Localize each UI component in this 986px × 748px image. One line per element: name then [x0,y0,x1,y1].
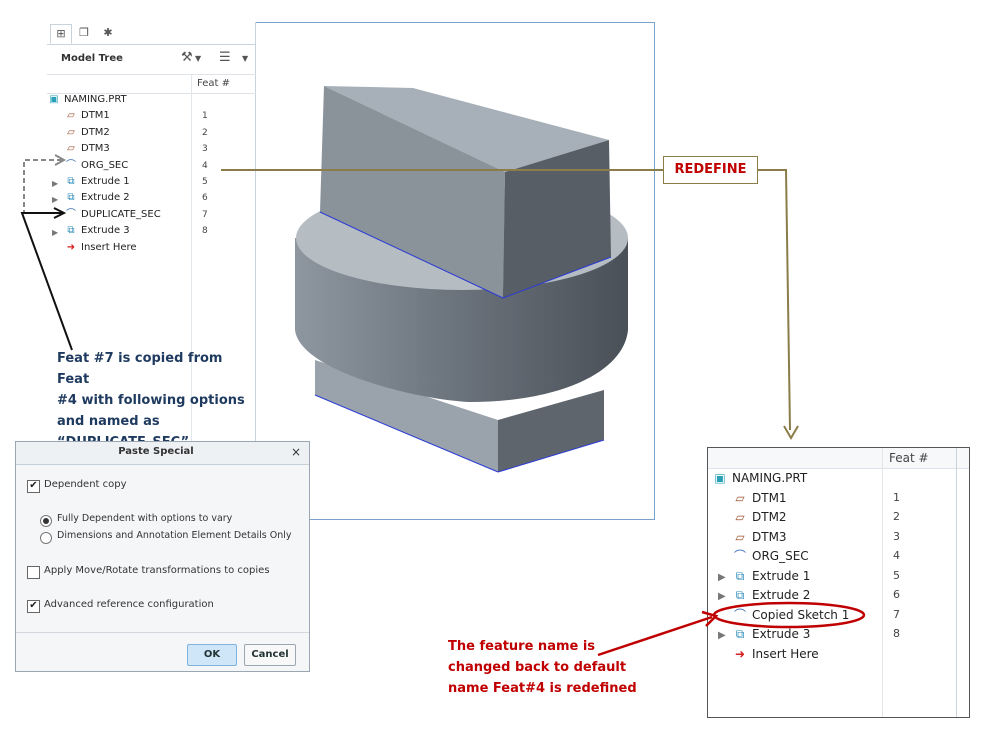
sketch-icon: ⌒ [66,209,76,220]
feat-column-label[interactable]: Feat # [197,78,230,89]
bottom-box-right [498,390,604,472]
dependent-copy-checkbox[interactable]: ✔ [27,480,40,493]
insert-arrow-icon: ➜ [66,242,76,253]
expand-arrow-icon[interactable]: ▶ [718,591,726,602]
extrude-icon: ⧉ [67,225,75,236]
tree-root[interactable]: ▣ NAMING.PRT [712,468,807,488]
tree-root[interactable]: ▣ NAMING.PRT [47,92,126,108]
cancel-button[interactable]: Cancel [244,644,296,666]
advanced-ref-checkbox[interactable]: ✔ [27,600,40,613]
extrude-icon: ⧉ [735,627,745,641]
expand-arrow-icon[interactable]: ▶ [52,228,58,237]
extrude-icon: ⧉ [735,569,745,583]
model-tree-panel: ⊞ ❐ ✱ Model Tree ⚒ ▼ ☰ ▼ Feat # ▣ NAMING.… [47,22,256,455]
datum-plane-icon: ▱ [735,491,745,505]
datum-plane-icon: ▱ [67,143,75,154]
datum-plane-icon: ▱ [67,127,75,138]
sketch-icon: ⌒ [66,160,76,171]
tree-item-dtm1[interactable]: ▱ DTM1 1 [64,108,254,124]
chevron-down-icon[interactable]: ▼ [195,54,201,63]
tree-item-insert-here[interactable]: ➜ Insert Here [732,644,819,664]
sketch-icon: ⌒ [733,549,746,563]
expand-arrow-icon[interactable]: ▶ [52,179,58,188]
insert-arrow-icon: ➜ [734,647,746,661]
tree-tabstrip: ⊞ ❐ ✱ [47,22,256,45]
tree-column-header [708,448,969,469]
dialog-title: Paste Special [118,446,194,457]
chevron-down-icon[interactable]: ▼ [242,54,248,63]
expand-arrow-icon[interactable]: ▶ [52,195,58,204]
dialog-divider [16,632,309,633]
paste-special-dialog: Paste Special × ✔ Dependent copy Fully D… [15,441,310,672]
advanced-ref-label: Advanced reference configuration [44,599,214,610]
tree-item-insert-here[interactable]: ➜ Insert Here [64,240,137,256]
tree-item-dtm2[interactable]: ▱ DTM2 2 [732,507,962,527]
tree-item-extrude-3[interactable]: ⧉ Extrude 38 [732,624,962,644]
extrude-icon: ⧉ [67,192,75,203]
tree-item-copied-sketch[interactable]: ⌒ Copied Sketch 17 [732,605,962,625]
redefine-label: REDEFINE [663,156,758,184]
tree-item-extrude-2[interactable]: ⧉ Extrude 26 [732,585,962,605]
apply-move-label: Apply Move/Rotate transformations to cop… [44,565,270,576]
tree-column-header: Feat # [47,74,256,455]
tree-item-dtm2[interactable]: ▱ DTM2 2 [64,125,254,141]
fully-dependent-label: Fully Dependent with options to vary [57,513,233,524]
dialog-titlebar: Paste Special × [16,442,309,465]
dependent-copy-label: Dependent copy [44,479,127,490]
extrude-icon: ⧉ [735,588,745,602]
fully-dependent-radio[interactable] [40,515,52,527]
tree-item-extrude-1[interactable]: ⧉ Extrude 15 [732,566,962,586]
datum-plane-icon: ▱ [67,110,75,121]
extrude-icon: ⧉ [67,176,75,187]
copy-note: Feat #7 is copied from Feat #4 with foll… [57,351,245,450]
tree-item-extrude-2[interactable]: ⧉ Extrude 26 [64,190,254,206]
tree-item-dtm3[interactable]: ▱ DTM3 3 [64,141,254,157]
sketch-icon: ⌒ [733,608,746,622]
datum-plane-icon: ▱ [735,530,745,544]
dims-only-radio[interactable] [40,532,52,544]
rename-note: The feature name is changed back to defa… [448,639,637,696]
part-icon: ▣ [714,471,726,485]
tree-filter-icon[interactable]: ☰ [219,50,231,65]
favorites-tab-icon[interactable]: ✱ [98,24,118,42]
ok-button[interactable]: OK [187,644,237,666]
apply-move-checkbox[interactable] [27,566,40,579]
model-tree-panel-after: Feat # ▣ NAMING.PRT ▱ DTM1 1 ▱ DTM2 2 ▱ DTM3 3 … [707,447,970,718]
dims-only-label: Dimensions and Annotation Element Detail… [57,530,292,541]
tree-settings-icon[interactable]: ⚒ [181,50,193,65]
expand-arrow-icon[interactable]: ▶ [718,572,726,583]
folder-browser-tab-icon[interactable]: ❐ [74,24,94,42]
expand-arrow-icon[interactable]: ▶ [718,630,726,641]
tree-item-dtm3[interactable]: ▱ DTM3 3 [732,527,962,547]
tree-item-duplicate-sec[interactable]: ⌒ DUPLICATE_SEC 7 [64,207,254,223]
feat-column-label[interactable]: Feat # [889,451,929,465]
tree-item-extrude-3[interactable]: ⧉ Extrude 38 [64,223,254,239]
tree-item-org-sec[interactable]: ⌒ ORG_SEC 4 [64,158,254,174]
datum-plane-icon: ▱ [735,510,745,524]
tree-item-dtm1[interactable]: ▱ DTM1 1 [732,488,962,508]
part-icon: ▣ [49,94,59,105]
close-icon[interactable]: × [291,445,301,459]
model-tree-tab-icon[interactable]: ⊞ [50,24,72,44]
tree-item-org-sec[interactable]: ⌒ ORG_SEC 4 [732,546,962,566]
model-tree-title: Model Tree [61,53,123,64]
tree-item-extrude-1[interactable]: ⧉ Extrude 15 [64,174,254,190]
